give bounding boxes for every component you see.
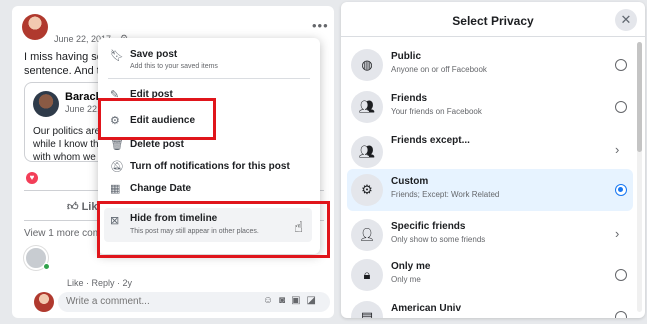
shared-post-text: Our politics are while I know th with wh… — [33, 125, 104, 164]
privacy-option-public[interactable]: ◍ Public Anyone on or off Facebook — [347, 44, 633, 86]
gif-icon[interactable]: ▣ — [291, 295, 306, 306]
camera-icon[interactable]: ◙ — [279, 295, 291, 306]
close-icon: ✕ — [620, 12, 632, 27]
comment-actions[interactable]: Like · Reply · 2y — [67, 278, 132, 288]
comment-box[interactable]: ☺◙▣◪ — [58, 292, 330, 312]
radio-button[interactable] — [615, 311, 627, 318]
online-status-icon — [43, 263, 50, 270]
scrollbar[interactable] — [637, 42, 642, 312]
sticker-icon[interactable]: ◪ — [307, 295, 322, 306]
option-sublabel: Friends; Except: Work Related — [391, 190, 500, 199]
group-icon: ▤ — [351, 301, 383, 318]
option-label: Only me — [391, 261, 431, 272]
radio-button[interactable] — [615, 101, 627, 113]
post-author-avatar[interactable] — [22, 14, 48, 40]
emoji-icon[interactable]: ☺ — [263, 295, 279, 306]
lock-icon: 🔒︎ — [351, 259, 383, 291]
thumbs-up-icon: 👍︎ — [67, 201, 82, 213]
friends-icon: 👥︎ — [351, 91, 383, 123]
friends-except-icon: 👥︎ — [351, 136, 383, 168]
menu-item-label: Change Date — [130, 183, 192, 194]
love-reaction-icon[interactable]: ♥ — [26, 172, 38, 184]
privacy-option-custom[interactable]: ⚙ Custom Friends; Except: Work Related — [347, 169, 633, 211]
gear-icon: ⚙ — [351, 174, 383, 206]
chevron-right-icon[interactable]: › — [615, 226, 619, 241]
scrollbar-thumb[interactable] — [637, 42, 642, 152]
option-label: Specific friends — [391, 221, 466, 232]
privacy-option-only-me[interactable]: 🔒︎ Only me Only me — [347, 254, 633, 296]
option-sublabel: Only me — [391, 275, 421, 284]
radio-button-selected[interactable] — [615, 184, 627, 196]
globe-icon: ◍ — [351, 49, 383, 81]
select-privacy-dialog: Select Privacy ✕ ◍ Public Anyone on or o… — [341, 2, 645, 318]
radio-button[interactable] — [615, 269, 627, 281]
dialog-title: Select Privacy — [452, 14, 534, 28]
option-label: Friends — [391, 93, 428, 104]
privacy-option-american-univ[interactable]: ▤ American Univ — [347, 296, 633, 318]
highlight-box-edit-audience — [98, 98, 216, 140]
bell-off-icon: 🔕︎ — [110, 161, 124, 173]
highlight-box-hide-from-timeline — [97, 201, 330, 258]
option-label: Custom — [391, 176, 429, 187]
bookmark-icon: 🔖︎ — [110, 50, 124, 62]
option-label: Friends except... — [391, 135, 470, 146]
radio-button[interactable] — [615, 59, 627, 71]
menu-item-save-post[interactable]: 🔖︎ Save post Add this to your saved item… — [98, 46, 320, 74]
close-button[interactable]: ✕ — [615, 9, 637, 31]
person-icon: 👤︎ — [351, 219, 383, 251]
shared-text-line-1: Our politics are — [33, 126, 101, 137]
option-sublabel: Anyone on or off Facebook — [391, 65, 487, 74]
menu-item-sublabel: Add this to your saved items — [130, 63, 218, 70]
shared-text-line-2: while I know th — [33, 139, 99, 150]
menu-item-label: Delete post — [130, 139, 184, 150]
menu-separator — [108, 78, 310, 79]
comment-attach-icons[interactable]: ☺◙▣◪ — [263, 295, 322, 306]
more-options-icon[interactable]: ••• — [312, 18, 329, 33]
menu-item-label: Save post — [130, 49, 178, 60]
menu-item-change-date[interactable]: ▦ Change Date — [98, 180, 320, 198]
comment-input[interactable] — [66, 296, 246, 307]
privacy-option-friends[interactable]: 👥︎ Friends Your friends on Facebook — [347, 86, 633, 128]
calendar-icon: ▦ — [110, 183, 121, 195]
menu-item-label: Turn off notifications for this post — [130, 161, 290, 172]
option-sublabel: Only show to some friends — [391, 235, 486, 244]
privacy-option-friends-except[interactable]: 👥︎ Friends except... › — [347, 128, 633, 172]
header-divider — [341, 36, 645, 37]
shared-post-date[interactable]: June 22, — [65, 104, 100, 114]
my-avatar[interactable] — [34, 292, 54, 312]
shared-author-avatar[interactable] — [33, 91, 59, 117]
option-label: American Univ — [391, 303, 462, 314]
chevron-right-icon[interactable]: › — [615, 142, 619, 157]
option-label: Public — [391, 51, 422, 62]
privacy-option-specific-friends[interactable]: 👤︎ Specific friends Only show to some fr… — [347, 214, 633, 256]
menu-item-turn-off-notifications[interactable]: 🔕︎ Turn off notifications for this post — [98, 158, 320, 176]
shared-text-line-3: with whom we d — [33, 152, 105, 163]
option-sublabel: Your friends on Facebook — [391, 107, 482, 116]
